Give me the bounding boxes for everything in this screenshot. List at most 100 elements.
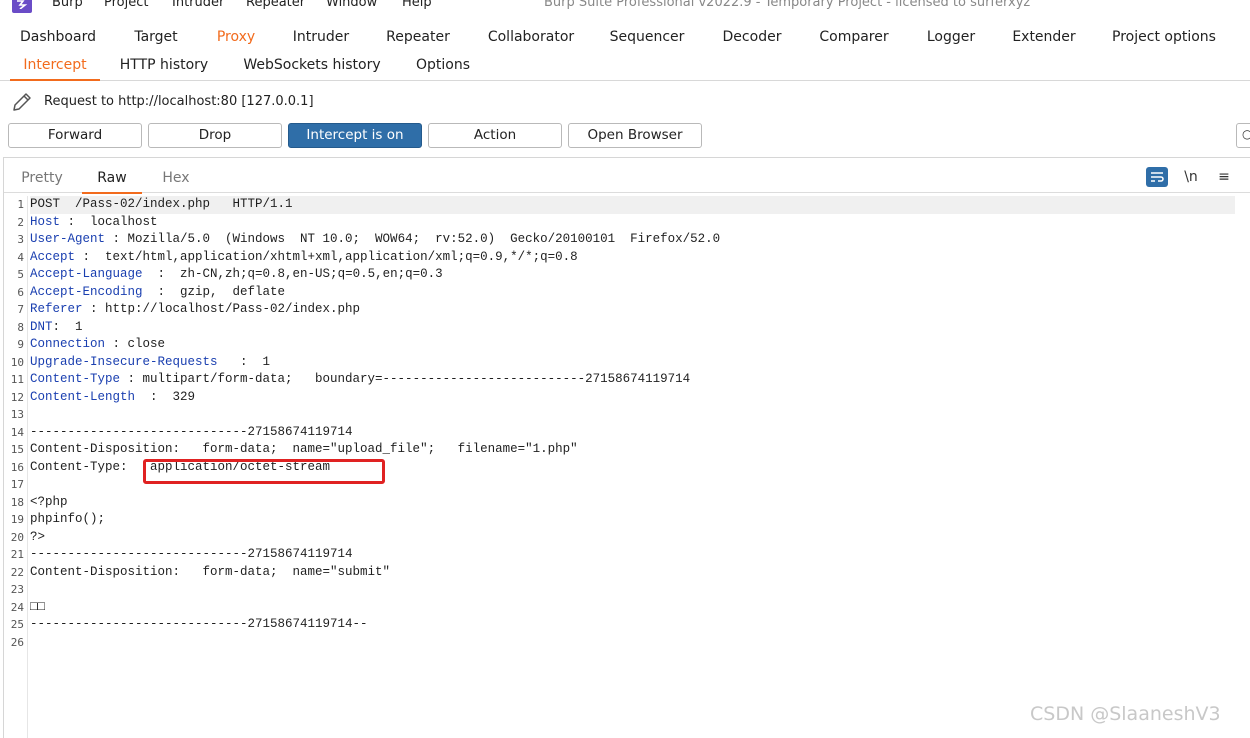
request-line[interactable]: Host : localhost — [30, 214, 1235, 232]
request-line[interactable]: User-Agent : Mozilla/5.0 (Windows NT 10.… — [30, 231, 1235, 249]
line-text: ?> — [30, 529, 46, 544]
request-line[interactable]: Content-Type : multipart/form-data; boun… — [30, 371, 1235, 389]
request-line[interactable]: Referer : http://localhost/Pass-02/index… — [30, 301, 1235, 319]
line-text: -----------------------------27158674119… — [30, 424, 353, 439]
header-value: : zh-CN,zh;q=0.8,en-US;q=0.5,en;q=0.3 — [142, 267, 443, 281]
tab-repeater[interactable]: Repeater — [374, 22, 462, 52]
tab-extender[interactable]: Extender — [1002, 22, 1086, 52]
tab-dashboard[interactable]: Dashboard — [10, 22, 106, 52]
gutter-divider — [27, 196, 28, 738]
request-line[interactable] — [30, 406, 1235, 424]
header-name: Host — [30, 214, 61, 229]
header-name: User-Agent — [30, 232, 106, 246]
line-number: 24 — [10, 600, 24, 614]
request-line[interactable]: <?php — [30, 494, 1235, 512]
line-number: 11 — [10, 373, 24, 386]
menu-burp[interactable]: Burp — [52, 0, 83, 10]
tab-raw[interactable]: Raw — [82, 168, 142, 194]
header-name: Accept — [30, 249, 76, 264]
line-number: 20 — [10, 530, 24, 544]
line-number: 10 — [10, 355, 24, 369]
tab-proxy[interactable]: Proxy — [197, 22, 275, 54]
tab-intercept[interactable]: Intercept — [10, 52, 100, 81]
tab-project-options[interactable]: Project options — [1100, 22, 1228, 52]
request-line[interactable]: phpinfo(); — [30, 511, 1235, 529]
tab-pretty[interactable]: Pretty — [14, 168, 70, 192]
tab-http-history[interactable]: HTTP history — [110, 52, 218, 79]
request-line[interactable]: Upgrade-Insecure-Requests : 1 — [30, 354, 1235, 372]
line-number: 17 — [10, 478, 24, 491]
tab-collaborator[interactable]: Collaborator — [476, 22, 586, 52]
tab-decoder[interactable]: Decoder — [710, 22, 794, 52]
line-number: 6 — [17, 285, 24, 299]
line-text: -----------------------------27158674119… — [30, 617, 368, 631]
request-line[interactable]: -----------------------------27158674119… — [30, 424, 1235, 442]
tab-target[interactable]: Target — [116, 22, 196, 52]
request-line[interactable]: Connection : close — [30, 336, 1235, 354]
line-number: 9 — [17, 338, 24, 351]
line-number: 16 — [10, 460, 24, 474]
request-line[interactable]: -----------------------------27158674119… — [30, 616, 1235, 634]
open-browser-button[interactable]: Open Browser — [568, 123, 702, 148]
request-line[interactable]: -----------------------------27158674119… — [30, 546, 1235, 564]
line-text: phpinfo(); — [30, 512, 106, 526]
tab-intruder[interactable]: Intruder — [282, 22, 360, 52]
wrap-lines-icon[interactable] — [1146, 167, 1168, 187]
comment-button[interactable]: ○ — [1236, 123, 1250, 148]
line-text: Content-Disposition: form-data; name="up… — [30, 442, 578, 456]
request-line[interactable]: ?> — [30, 529, 1235, 547]
tab-hex[interactable]: Hex — [146, 168, 206, 192]
request-line[interactable] — [30, 581, 1235, 599]
line-number: 23 — [10, 583, 24, 596]
header-value: : localhost — [60, 214, 158, 229]
line-text: □□ — [30, 599, 46, 614]
tab-websockets-history[interactable]: WebSockets history — [234, 52, 390, 79]
line-number: 12 — [10, 390, 24, 404]
request-line[interactable]: POST /Pass-02/index.php HTTP/1.1 — [30, 196, 1235, 214]
menu-project[interactable]: Project — [104, 0, 148, 10]
request-line[interactable]: Accept-Encoding : gzip, deflate — [30, 284, 1235, 302]
line-number: 19 — [10, 513, 24, 526]
request-text[interactable]: POST /Pass-02/index.php HTTP/1.1 Host : l… — [30, 196, 1235, 651]
menu-bar: Burp Project Intruder Repeater Window He… — [0, 0, 1250, 14]
request-target-label: Request to http://localhost:80 [127.0.0.… — [44, 94, 314, 109]
drop-button[interactable]: Drop — [148, 123, 282, 148]
request-line[interactable]: Content-Length : 329 — [30, 389, 1235, 407]
line-text: -----------------------------27158674119… — [30, 547, 353, 561]
request-line[interactable]: Accept : text/html,application/xhtml+xml… — [30, 249, 1235, 267]
menu-icon[interactable]: ≡ — [1213, 167, 1235, 187]
tab-options[interactable]: Options — [404, 52, 482, 79]
header-name: Accept-Encoding — [30, 284, 143, 299]
pencil-icon[interactable] — [10, 90, 34, 118]
request-line[interactable]: DNT: 1 — [30, 319, 1235, 337]
line-number: 25 — [10, 618, 24, 631]
line-number: 4 — [17, 250, 24, 264]
header-name: Connection — [30, 337, 106, 351]
request-line[interactable]: Content-Disposition: form-data; name="up… — [30, 441, 1235, 459]
request-line[interactable]: Accept-Language : zh-CN,zh;q=0.8,en-US;q… — [30, 266, 1235, 284]
header-name: Upgrade-Insecure-Requests — [30, 354, 218, 369]
header-value: : 1 — [52, 319, 83, 334]
menu-repeater[interactable]: Repeater — [246, 0, 305, 10]
menu-window[interactable]: Window — [326, 0, 377, 10]
tab-logger[interactable]: Logger — [914, 22, 988, 52]
line-number: 15 — [10, 443, 24, 456]
request-line[interactable] — [30, 634, 1235, 652]
tab-sequencer[interactable]: Sequencer — [598, 22, 696, 52]
line-number: 1 — [17, 198, 24, 211]
header-name: Content-Length — [30, 389, 136, 404]
intercept-toggle-button[interactable]: Intercept is on — [288, 123, 422, 148]
request-info-bar: Request to http://localhost:80 [127.0.0.… — [0, 88, 1250, 116]
line-number: 22 — [10, 565, 24, 579]
show-newlines-icon[interactable]: \n — [1180, 167, 1202, 187]
menu-help[interactable]: Help — [402, 0, 432, 10]
header-value: : Mozilla/5.0 (Windows NT 10.0; WOW64; r… — [105, 232, 721, 246]
request-line[interactable]: Content-Disposition: form-data; name="su… — [30, 564, 1235, 582]
tab-comparer[interactable]: Comparer — [808, 22, 900, 52]
line-number: 7 — [17, 303, 24, 316]
action-button[interactable]: Action — [428, 123, 562, 148]
menu-intruder[interactable]: Intruder — [172, 0, 224, 10]
request-line[interactable]: □□ — [30, 599, 1235, 617]
forward-button[interactable]: Forward — [8, 123, 142, 148]
line-number: 26 — [10, 635, 24, 649]
